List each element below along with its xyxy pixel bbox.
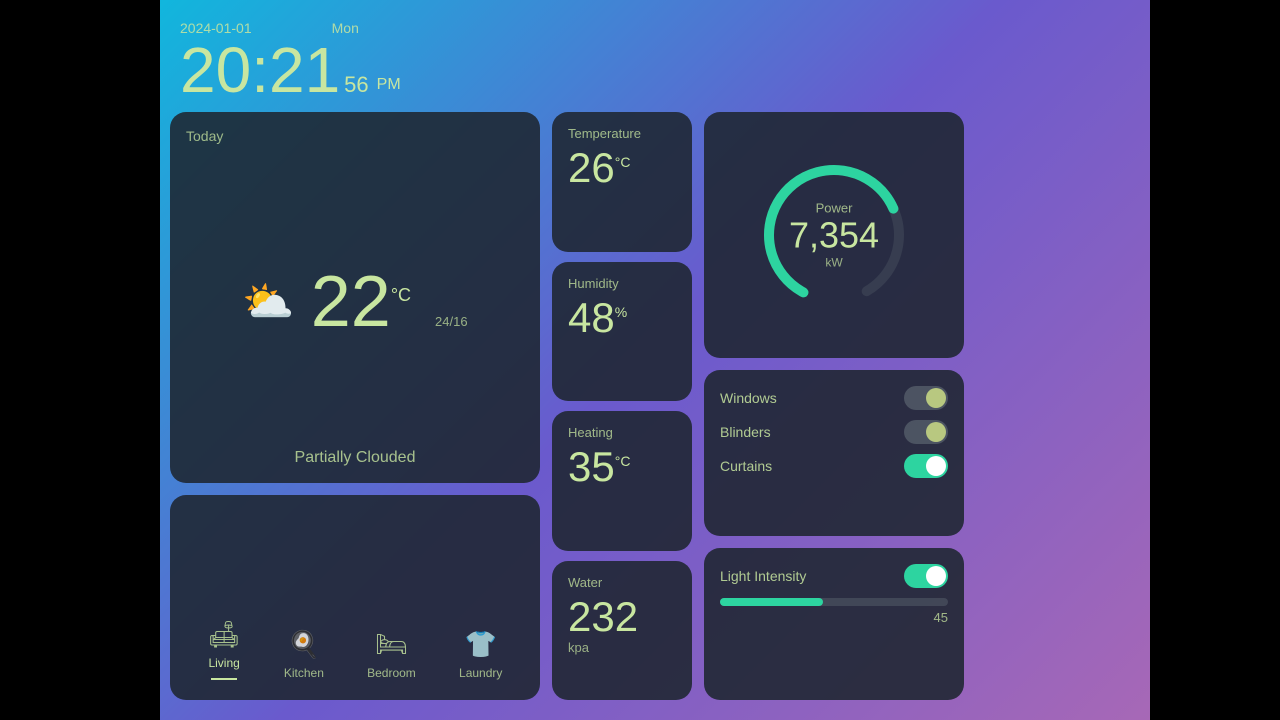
heating-label: Heating [568, 425, 676, 440]
datetime-section: 2024-01-01 Mon 20:21 56 PM [180, 20, 401, 102]
living-icon: 🛋 [208, 619, 241, 650]
content-grid: Today ⛅ 22°C 24/16 Partially Clouded 🛋 L… [170, 112, 1140, 700]
power-card: Power 7,354 kW [704, 112, 964, 358]
date-display: 2024-01-01 [180, 20, 252, 36]
humidity-label: Humidity [568, 276, 676, 291]
temp-range: 24/16 [435, 314, 468, 329]
room-bedroom[interactable]: 🛏 Bedroom [367, 629, 416, 684]
time-hours: 20:21 [180, 38, 340, 102]
rooms-card: 🛋 Living 🍳 Kitchen 🛏 Bedroom 👕 Laundry [170, 495, 540, 701]
room-kitchen[interactable]: 🍳 Kitchen [284, 629, 324, 684]
curtains-label: Curtains [720, 458, 772, 474]
living-label: Living [208, 656, 239, 670]
rooms-row: 🛋 Living 🍳 Kitchen 🛏 Bedroom 👕 Laundry [186, 511, 524, 685]
power-gauge: Power 7,354 kW [754, 155, 914, 315]
water-unit: kpa [568, 640, 676, 655]
today-main: ⛅ 22°C 24/16 [186, 176, 524, 429]
time-row: 20:21 56 PM [180, 38, 401, 102]
light-intensity-knob [926, 566, 946, 586]
curtains-toggle[interactable] [904, 454, 948, 478]
day-display: Mon [332, 20, 359, 36]
curtains-knob [926, 456, 946, 476]
light-slider-fill [720, 598, 823, 606]
water-label: Water [568, 575, 676, 590]
right-border [1150, 0, 1280, 720]
weather-description: Partially Clouded [186, 449, 524, 467]
temperature-value: 26°C [568, 145, 676, 191]
kitchen-label: Kitchen [284, 666, 324, 680]
temp-block: 22°C 24/16 [311, 266, 468, 338]
power-value: 7,354 [789, 216, 879, 256]
temp-value: 22°C [311, 262, 431, 342]
date-day-row: 2024-01-01 Mon [180, 20, 401, 36]
light-intensity-toggle[interactable] [904, 564, 948, 588]
light-slider-value: 45 [720, 610, 948, 625]
windows-toggle[interactable] [904, 386, 948, 410]
windows-toggle-row: Windows [720, 386, 948, 410]
temperature-card: Temperature 26°C [552, 112, 692, 252]
power-label: Power [789, 201, 879, 216]
blinders-knob [926, 422, 946, 442]
today-label: Today [186, 128, 524, 144]
laundry-icon: 👕 [465, 629, 497, 660]
humidity-value: 48% [568, 295, 676, 341]
weather-card: Today ⛅ 22°C 24/16 Partially Clouded [170, 112, 540, 483]
bedroom-label: Bedroom [367, 666, 416, 680]
blinders-toggle-row: Blinders [720, 420, 948, 444]
light-header: Light Intensity [720, 564, 948, 588]
power-text: Power 7,354 kW [789, 201, 879, 270]
room-laundry[interactable]: 👕 Laundry [459, 629, 502, 684]
water-card: Water 232 kpa [552, 561, 692, 701]
header-row: 2024-01-01 Mon 20:21 56 PM [170, 20, 1140, 112]
bedroom-icon: 🛏 [375, 629, 408, 660]
time-ampm: PM [377, 76, 401, 94]
blinders-toggle[interactable] [904, 420, 948, 444]
light-intensity-card: Light Intensity 45 [704, 548, 964, 700]
right-column: Power 7,354 kW Windows Blinders [704, 112, 964, 700]
blinders-label: Blinders [720, 424, 771, 440]
temperature-label: Temperature [568, 126, 676, 141]
kitchen-icon: 🍳 [288, 629, 320, 660]
room-living[interactable]: 🛋 Living [208, 619, 241, 684]
windows-label: Windows [720, 390, 777, 406]
water-value: 232 [568, 594, 676, 640]
laundry-label: Laundry [459, 666, 502, 680]
windows-knob [926, 388, 946, 408]
weather-icon: ⛅ [242, 278, 294, 327]
controls-card: Windows Blinders Curtains [704, 370, 964, 536]
time-seconds: 56 [344, 72, 368, 98]
power-unit: kW [789, 255, 879, 269]
heating-value: 35°C [568, 444, 676, 490]
humidity-card: Humidity 48% [552, 262, 692, 402]
light-slider-track[interactable] [720, 598, 948, 606]
main-content: 2024-01-01 Mon 20:21 56 PM Today ⛅ 22°C … [160, 0, 1150, 720]
light-intensity-label: Light Intensity [720, 568, 806, 584]
curtains-toggle-row: Curtains [720, 454, 948, 478]
left-border [0, 0, 160, 720]
sensors-column: Temperature 26°C Humidity 48% Heating 35… [552, 112, 692, 700]
heating-card: Heating 35°C [552, 411, 692, 551]
